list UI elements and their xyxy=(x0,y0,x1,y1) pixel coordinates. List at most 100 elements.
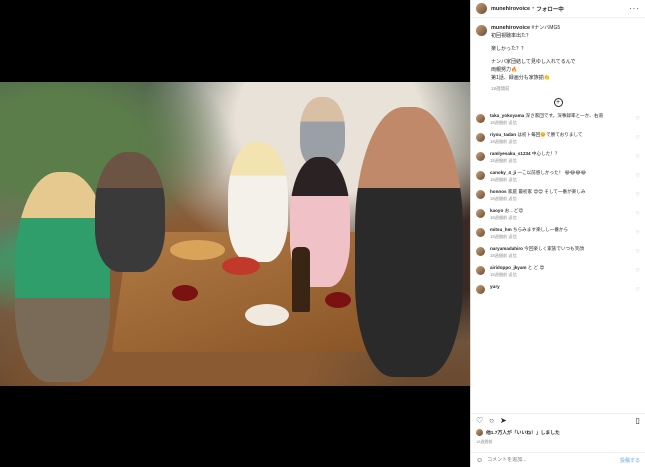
caption-account-name[interactable]: munehirovoice xyxy=(491,25,530,31)
food-bowl xyxy=(245,304,289,326)
comment-username[interactable]: riyou_tadan xyxy=(490,132,516,137)
comment-meta: 18週間前 返信 xyxy=(490,195,517,201)
comment-item: naryamadahiro 今回楽しく家族でいつも笑顔 18週間前 返信 ♡ xyxy=(476,246,640,259)
heart-icon[interactable]: ♡ xyxy=(636,230,640,236)
comment-meta: 18週間前 返信 xyxy=(490,176,517,182)
comment-text: ちらみます楽しし一番から xyxy=(512,227,569,232)
person-figure xyxy=(95,152,165,272)
comment-body: honnos 家庭 最初家 😍😍 そして一番が楽しみ 18週間前 返信 xyxy=(490,189,630,202)
comment-item: honnos 家庭 最初家 😍😍 そして一番が楽しみ 18週間前 返信 ♡ xyxy=(476,189,640,202)
avatar[interactable] xyxy=(476,3,487,14)
heart-icon[interactable]: ♡ xyxy=(636,287,640,293)
avatar[interactable] xyxy=(476,171,485,180)
avatar[interactable] xyxy=(476,285,485,294)
post-comment-button[interactable]: 投稿する xyxy=(620,457,640,464)
share-icon[interactable]: ➤ xyxy=(500,416,507,425)
comment-body: taka_yokoyama 深さ家団です。深事録率と一か、右道 18週間前 返信 xyxy=(490,113,630,126)
comment-item: kaoyo お…ど😍 18週間前 返信 ♡ xyxy=(476,208,640,221)
separator-dot: • xyxy=(532,5,535,12)
comment-body: canoky_4_ji 一こ以前感しかった！ 😂😂😂😂 18週間前 返信 xyxy=(490,170,630,183)
comment-box: ☺ 投稿する xyxy=(471,452,645,467)
person-figure xyxy=(228,142,288,262)
heart-icon[interactable]: ♡ xyxy=(636,249,640,255)
avatar[interactable] xyxy=(476,25,487,36)
post-photo[interactable] xyxy=(0,82,470,386)
comment-item: taka_yokoyama 深さ家団です。深事録率と一か、右道 18週間前 返信 ♡ xyxy=(476,113,640,126)
avatar[interactable] xyxy=(476,209,485,218)
comment-username[interactable]: ramlyesaku_s1234 xyxy=(490,151,531,156)
caption-line: 第1話、録画分も家族揃👏 xyxy=(491,75,551,81)
follow-button[interactable]: フォロー中 xyxy=(536,5,564,13)
account-name[interactable]: munehirovoice xyxy=(491,6,530,12)
caption-line: ナンバ家団結して見ゆし入れてるんで xyxy=(491,59,576,65)
heart-icon[interactable]: ♡ xyxy=(636,154,640,160)
avatar xyxy=(476,429,483,436)
comment-username[interactable]: honnos xyxy=(490,189,507,194)
comment-item: ramlyesaku_s1234 中心した！？ 18週間前 返信 ♡ xyxy=(476,151,640,164)
emoji-icon[interactable]: ☺ xyxy=(476,457,483,464)
plus-circle-icon[interactable]: + xyxy=(553,98,563,107)
avatar[interactable] xyxy=(476,152,485,161)
caption-line: 両親努力🔥 xyxy=(491,67,518,73)
comment-text: と ど 😍 xyxy=(527,265,545,270)
more-options-icon[interactable]: ··· xyxy=(629,4,640,13)
food-bowl xyxy=(222,257,260,275)
comment-meta: 18週間前 返信 xyxy=(490,271,517,277)
comment-item: mitsu_hm ちらみます楽しし一番から 18週間前 返信 ♡ xyxy=(476,227,640,240)
comment-text: 深さ家団です。深事録率と一か、右道 xyxy=(525,113,604,118)
comment-username[interactable]: kaoyo xyxy=(490,208,503,213)
comment-meta: 18週間前 返信 xyxy=(490,138,517,144)
comment-meta: 18週間前 返信 xyxy=(490,252,517,258)
comment-list: taka_yokoyama 深さ家団です。深事録率と一か、右道 18週間前 返信 ♡… xyxy=(471,113,645,294)
heart-icon[interactable]: ♡ xyxy=(636,211,640,217)
beer-bottle xyxy=(292,247,310,312)
post-date: 18週間前 xyxy=(476,439,493,444)
comment-username[interactable]: canoky_4_ji xyxy=(490,170,516,175)
caption-line: 初回視聴率出た？ xyxy=(491,33,532,39)
comment-body: ramlyesaku_s1234 中心した！？ 18週間前 返信 xyxy=(490,151,630,164)
avatar[interactable] xyxy=(476,114,485,123)
heart-icon[interactable]: ♡ xyxy=(636,192,640,198)
heart-icon[interactable]: ♡ xyxy=(636,268,640,274)
comment-text: 家庭 最初家 😍😍 そして一番が楽しみ xyxy=(507,189,586,194)
comment-item: yury ♡ xyxy=(476,284,640,294)
comment-username[interactable]: yury xyxy=(490,284,500,289)
comment-username[interactable]: taka_yokoyama xyxy=(490,113,524,118)
caption-line: 楽しかった？？ xyxy=(491,46,527,52)
comment-input[interactable] xyxy=(487,457,620,463)
comment-item: airidoppo_jkyam と ど 😍 18週間前 返信 ♡ xyxy=(476,265,640,278)
action-bar: ♡ ○ ➤ ▯ xyxy=(471,413,645,427)
comment-body: kaoyo お…ど😍 18週間前 返信 xyxy=(490,208,630,221)
caption-body: munehirovoice #ナンバMG5 初回視聴率出た？ 楽しかった？？ ナ… xyxy=(491,24,575,93)
comment-item: canoky_4_ji 一こ以前感しかった！ 😂😂😂😂 18週間前 返信 ♡ xyxy=(476,170,640,183)
food-bowl xyxy=(325,292,351,308)
heart-icon[interactable]: ♡ xyxy=(476,416,483,425)
likes-count[interactable]: 他1.7万人が「いいね！」しました xyxy=(486,429,560,436)
load-more-comments[interactable]: + xyxy=(471,98,645,107)
avatar[interactable] xyxy=(476,133,485,142)
caption-hashtag[interactable]: #ナンバMG5 xyxy=(532,25,561,31)
comment-body: airidoppo_jkyam と ど 😍 18週間前 返信 xyxy=(490,265,630,278)
likes-summary: 他1.7万人が「いいね！」しました xyxy=(476,429,560,436)
comment-item: riyou_tadan は初ト毎回☺️で勝ておりまして 18週間前 返信 ♡ xyxy=(476,132,640,145)
comment-text: お…ど😍 xyxy=(504,208,524,213)
bookmark-icon[interactable]: ▯ xyxy=(636,416,640,425)
avatar[interactable] xyxy=(476,190,485,199)
comment-icon[interactable]: ○ xyxy=(489,416,494,425)
comment-username[interactable]: naryamadahiro xyxy=(490,246,523,251)
avatar[interactable] xyxy=(476,247,485,256)
comment-username[interactable]: airidoppo_jkyam xyxy=(490,265,527,270)
caption-timestamp: 18週間前 xyxy=(491,86,510,91)
comment-body: naryamadahiro 今回楽しく家族でいつも笑顔 18週間前 返信 xyxy=(490,246,630,259)
comment-body: mitsu_hm ちらみます楽しし一番から 18週間前 返信 xyxy=(490,227,630,240)
heart-icon[interactable]: ♡ xyxy=(636,173,640,179)
heart-icon[interactable]: ♡ xyxy=(636,116,640,122)
avatar[interactable] xyxy=(476,228,485,237)
comment-meta: 18週間前 返信 xyxy=(490,214,517,220)
comment-meta: 18週間前 返信 xyxy=(490,119,517,125)
comment-text: は初ト毎回☺️で勝ておりまして xyxy=(517,132,583,137)
comment-username[interactable]: mitsu_hm xyxy=(490,227,512,232)
comment-body: riyou_tadan は初ト毎回☺️で勝ておりまして 18週間前 返信 xyxy=(490,132,630,145)
avatar[interactable] xyxy=(476,266,485,275)
heart-icon[interactable]: ♡ xyxy=(636,135,640,141)
